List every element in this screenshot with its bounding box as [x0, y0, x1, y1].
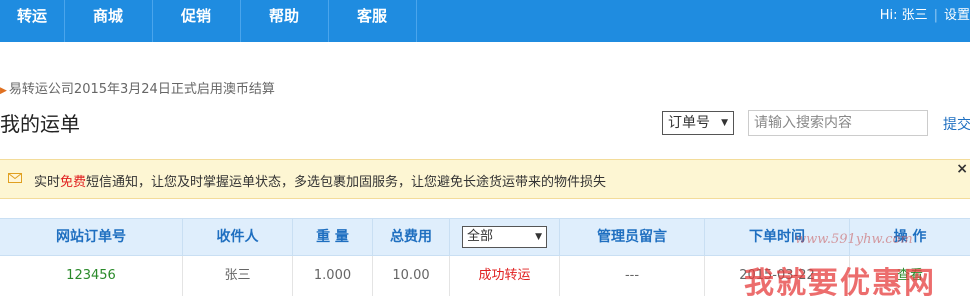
submit-button[interactable]: 提交: [943, 114, 970, 134]
cell-recipient: 张三: [183, 256, 293, 296]
col-admin-note: 管理员留言: [560, 219, 705, 255]
search-type-select[interactable]: 订单号 ▼: [662, 111, 734, 135]
top-nav: 转运 商城 促销 帮助 客服 Hi: 张三 | 设置: [0, 0, 970, 42]
cell-admin-note: ---: [560, 256, 705, 296]
info-prefix: 实时: [34, 175, 61, 190]
user-area: Hi: 张三 | 设置: [880, 0, 970, 42]
nav-item-help[interactable]: 帮助: [240, 0, 329, 42]
chevron-down-icon: ▼: [721, 118, 728, 128]
announcement-text: 易转运公司2015年3月24日正式启用澳币结算: [8, 82, 275, 97]
col-recipient: 收件人: [183, 219, 293, 255]
close-icon[interactable]: ×: [956, 161, 968, 177]
cell-order-no[interactable]: 123456: [0, 256, 183, 296]
nav-item-service[interactable]: 客服: [328, 0, 417, 42]
cell-status: 成功转运: [450, 256, 560, 296]
status-filter-select[interactable]: 全部 ▼: [462, 226, 547, 248]
col-weight: 重 量: [293, 219, 373, 255]
user-greeting[interactable]: Hi: 张三: [880, 0, 928, 32]
nav-item-mall[interactable]: 商城: [64, 0, 153, 42]
search-input[interactable]: 请输入搜索内容: [748, 110, 928, 136]
col-total: 总费用: [373, 219, 450, 255]
page-title: 我的运单: [0, 112, 80, 136]
chevron-down-icon: ▼: [535, 232, 542, 242]
watermark-url: www.591yhw.com: [795, 232, 913, 247]
sms-info-bar: 实时免费短信通知，让您及时掌握运单状态，多选包裹加固服务，让您避免长途货运带来的…: [0, 159, 970, 199]
watermark-logo: 我就要优惠网: [744, 266, 936, 301]
search-type-value: 订单号: [668, 115, 710, 131]
announcement[interactable]: ▶ 易转运公司2015年3月24日正式启用澳币结算: [0, 78, 275, 97]
arrow-right-icon: ▶: [0, 86, 7, 96]
nav-item-promotion[interactable]: 促销: [152, 0, 241, 42]
col-order-no: 网站订单号: [0, 219, 183, 255]
cell-weight: 1.000: [293, 256, 373, 296]
status-filter-value: 全部: [467, 229, 494, 244]
info-message: 实时免费短信通知，让您及时掌握运单状态，多选包裹加固服务，让您避免长途货运带来的…: [34, 171, 606, 190]
envelope-icon: [8, 173, 22, 183]
info-highlight: 免费: [60, 175, 87, 190]
settings-link[interactable]: 设置: [944, 0, 970, 32]
cell-total: 10.00: [373, 256, 450, 296]
info-suffix: 短信通知，让您及时掌握运单状态，多选包裹加固服务，让您避免长途货运带来的物件损失: [86, 175, 607, 190]
nav-divider: |: [933, 8, 938, 23]
nav-item-transfer[interactable]: 转运: [0, 0, 65, 42]
